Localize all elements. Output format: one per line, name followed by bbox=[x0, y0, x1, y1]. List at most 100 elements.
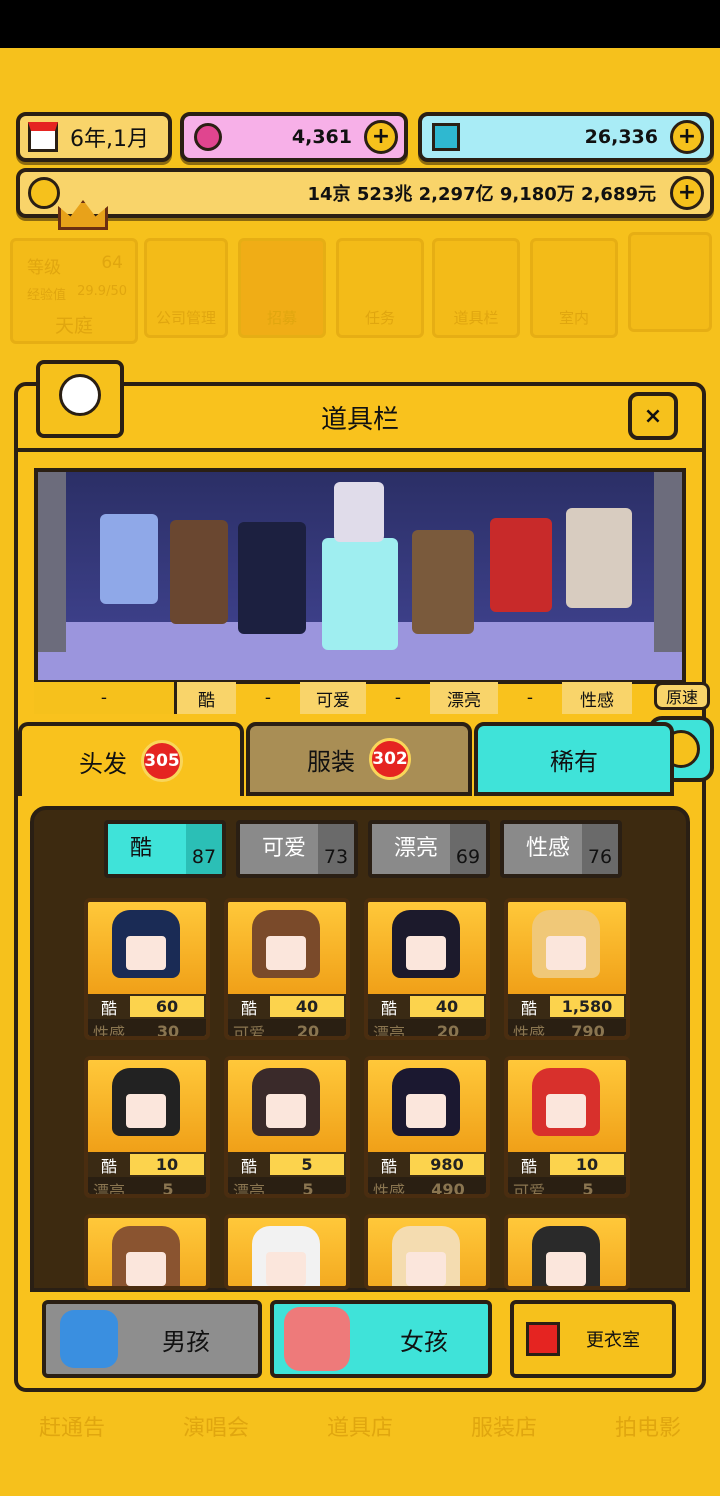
tab-clothes[interactable]: 服装 302 bbox=[246, 722, 472, 796]
hair-preview bbox=[368, 1218, 486, 1286]
filter-cool[interactable]: 酷 87 bbox=[104, 820, 226, 878]
boy-label: 男孩 bbox=[162, 1327, 210, 1356]
tab-clothes-label: 服装 bbox=[307, 747, 355, 776]
primary-stat-value: 10 bbox=[130, 1154, 204, 1175]
menu-item-shop[interactable]: 道具店 bbox=[327, 1410, 393, 1442]
primary-stat-label: 酷 bbox=[520, 1156, 537, 1176]
hair-preview bbox=[508, 1060, 626, 1152]
filter-cute-label: 可爱 bbox=[262, 836, 307, 861]
menu-interior[interactable]: 室内 bbox=[530, 238, 618, 338]
hair-preview bbox=[228, 1060, 346, 1152]
filter-pretty[interactable]: 漂亮 69 bbox=[368, 820, 490, 878]
hair-preview bbox=[228, 1218, 346, 1286]
area-name: 天庭 bbox=[54, 315, 93, 337]
diamond-counter: 26,336 + bbox=[418, 112, 714, 162]
primary-stat-label: 酷 bbox=[520, 998, 537, 1018]
filter-pretty-label: 漂亮 bbox=[394, 836, 439, 861]
primary-stat-label: 酷 bbox=[380, 998, 397, 1018]
hair-item-card[interactable] bbox=[224, 1214, 350, 1290]
hair-preview bbox=[368, 1060, 486, 1152]
stat-label-cute: 可爱 bbox=[300, 682, 366, 714]
primary-stat-value: 1,580 bbox=[550, 996, 624, 1017]
hair-preview bbox=[88, 1060, 206, 1152]
mail-icon[interactable] bbox=[628, 232, 712, 332]
menu-recruit[interactable]: 招募 bbox=[238, 238, 326, 338]
add-gems-button[interactable]: + bbox=[364, 120, 398, 154]
hair-item-card[interactable] bbox=[504, 1214, 630, 1290]
close-button[interactable]: × bbox=[628, 392, 678, 440]
hair-item-card[interactable]: 酷 10 漂亮 5 bbox=[84, 1056, 210, 1198]
primary-stat-value: 40 bbox=[270, 996, 344, 1017]
hair-item-card[interactable]: 酷 5 漂亮 5 bbox=[224, 1056, 350, 1198]
face-icon bbox=[126, 936, 166, 970]
hair-item-card[interactable]: 酷 40 漂亮 20 bbox=[364, 898, 490, 1040]
hair-item-card[interactable]: 酷 1,580 性感 790 bbox=[504, 898, 630, 1040]
secondary-stat-label: 可爱 bbox=[232, 1023, 265, 1040]
tab-rare-label: 稀有 bbox=[550, 747, 598, 776]
character-sprite bbox=[412, 530, 474, 634]
character-sprite bbox=[170, 520, 228, 624]
hair-item-card[interactable]: 酷 40 可爱 20 bbox=[224, 898, 350, 1040]
add-money-button[interactable]: + bbox=[670, 176, 704, 210]
bottom-menu: 赶通告 演唱会 道具店 服装店 拍电影 bbox=[0, 1396, 720, 1456]
hair-item-card[interactable]: 酷 10 可爱 5 bbox=[504, 1056, 630, 1198]
clothes-count-badge: 302 bbox=[369, 738, 411, 780]
girl-button[interactable]: 女孩 bbox=[270, 1300, 492, 1378]
menu-company[interactable]: 公司管理 bbox=[144, 238, 228, 338]
secondary-stat-value: 5 bbox=[302, 1180, 314, 1198]
stage-preview bbox=[34, 468, 686, 684]
tab-rare[interactable]: 稀有 bbox=[474, 722, 674, 796]
hair-item-card[interactable]: 酷 980 性感 490 bbox=[364, 1056, 490, 1198]
primary-stat-value: 60 bbox=[130, 996, 204, 1017]
filter-cool-label: 酷 bbox=[130, 836, 153, 861]
secondary-stat-label: 漂亮 bbox=[92, 1181, 125, 1198]
add-diamonds-button[interactable]: + bbox=[670, 120, 704, 154]
tab-hair-label: 头发 bbox=[79, 749, 127, 778]
hair-item-card[interactable]: 酷 60 性感 30 bbox=[84, 898, 210, 1040]
boy-avatar-icon bbox=[60, 1310, 118, 1368]
hair-preview bbox=[508, 1218, 626, 1286]
character-sprite bbox=[566, 508, 632, 608]
filter-cute[interactable]: 可爱 73 bbox=[236, 820, 358, 878]
hair-preview bbox=[88, 902, 206, 994]
dressing-room-label: 更衣室 bbox=[586, 1330, 640, 1351]
filter-sexy-count: 76 bbox=[582, 824, 618, 874]
stat-divider: - bbox=[394, 688, 402, 708]
character-sprite bbox=[334, 482, 384, 542]
primary-stat-label: 酷 bbox=[240, 1156, 257, 1176]
face-icon bbox=[266, 1252, 306, 1286]
boy-button[interactable]: 男孩 bbox=[42, 1300, 262, 1378]
face-icon bbox=[126, 1094, 166, 1128]
level-value: 64 bbox=[101, 253, 123, 273]
stat-divider: - bbox=[526, 688, 534, 708]
character-sprite bbox=[100, 514, 158, 604]
coin-icon bbox=[28, 177, 60, 209]
menu-clothes-shop[interactable]: 服装店 bbox=[471, 1410, 537, 1442]
hair-count-badge: 305 bbox=[141, 740, 183, 782]
filter-sexy[interactable]: 性感 76 bbox=[500, 820, 622, 878]
menu-items[interactable]: 道具栏 bbox=[432, 238, 520, 338]
hair-item-card[interactable] bbox=[364, 1214, 490, 1290]
speed-label: 原速 bbox=[654, 682, 710, 710]
character-sprite bbox=[238, 522, 306, 634]
stat-divider: - bbox=[264, 688, 272, 708]
dressing-room-button[interactable]: 更衣室 bbox=[510, 1300, 676, 1378]
menu-schedule[interactable]: 赶通告 bbox=[39, 1410, 105, 1442]
character-sprite bbox=[490, 518, 552, 612]
filter-cute-count: 73 bbox=[318, 824, 354, 874]
secondary-stat-label: 可爱 bbox=[512, 1181, 545, 1198]
girl-avatar-icon bbox=[284, 1307, 350, 1371]
menu-concert[interactable]: 演唱会 bbox=[183, 1410, 249, 1442]
gem-counter: 4,361 + bbox=[180, 112, 408, 162]
menu-tasks[interactable]: 任务 bbox=[336, 238, 424, 338]
primary-stat-value: 40 bbox=[410, 996, 484, 1017]
primary-stat-value: 5 bbox=[270, 1154, 344, 1175]
secondary-stat-value: 30 bbox=[156, 1022, 180, 1040]
hair-preview bbox=[228, 902, 346, 994]
tab-hair[interactable]: 头发 305 bbox=[18, 722, 244, 796]
hair-item-card[interactable] bbox=[84, 1214, 210, 1290]
menu-movie[interactable]: 拍电影 bbox=[615, 1410, 681, 1442]
secondary-stat-label: 漂亮 bbox=[232, 1181, 265, 1198]
primary-stat-label: 酷 bbox=[100, 998, 117, 1018]
dialog-title: 道具栏 bbox=[320, 404, 399, 435]
